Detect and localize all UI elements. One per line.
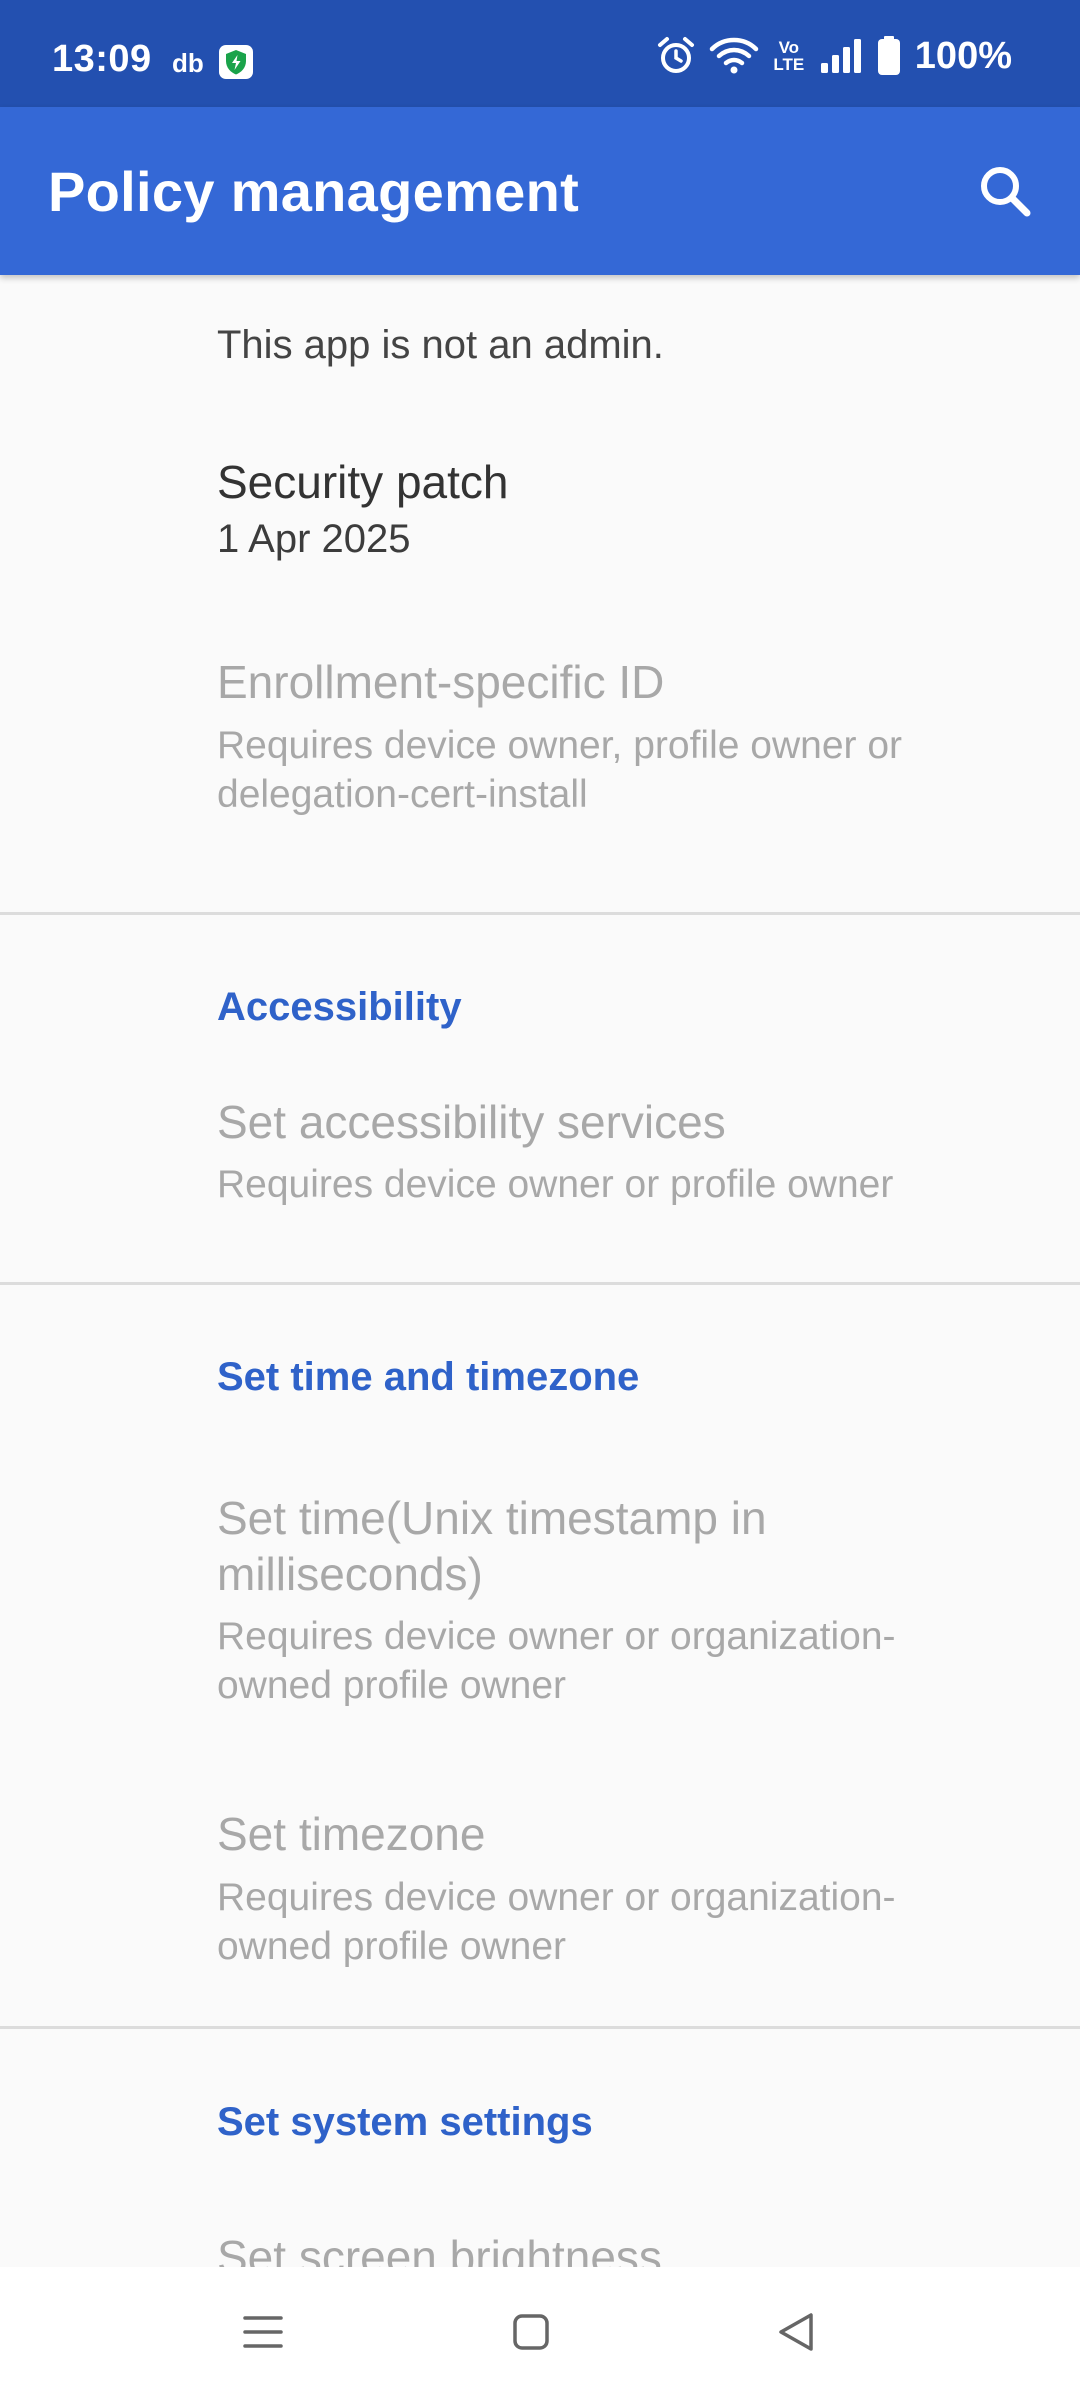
app-bar: Policy management bbox=[0, 107, 1080, 275]
category-title-time-timezone: Set time and timezone bbox=[217, 1355, 640, 1399]
enrollment-id-title: Enrollment-specific ID bbox=[217, 656, 665, 708]
home-button[interactable] bbox=[496, 2297, 566, 2367]
enrollment-id-item[interactable]: Enrollment-specific ID Requires device o… bbox=[0, 655, 1080, 885]
battery-percent: 100% bbox=[914, 34, 1012, 77]
volte-bottom-label: LTE bbox=[773, 55, 805, 74]
admin-status-row: This app is not an admin. bbox=[0, 315, 1080, 395]
set-screen-brightness-title: Set screen brightness bbox=[217, 2231, 662, 2267]
security-patch-title: Security patch bbox=[217, 456, 509, 508]
category-accessibility: Accessibility bbox=[0, 975, 1080, 1055]
security-patch-item[interactable]: Security patch 1 Apr 2025 bbox=[0, 425, 1080, 595]
set-accessibility-services-title: Set accessibility services bbox=[217, 1096, 726, 1148]
home-icon bbox=[513, 2314, 549, 2350]
navigation-bar bbox=[0, 2267, 1080, 2400]
set-timezone-item[interactable]: Set timezone Requires device owner or or… bbox=[0, 1805, 1080, 2015]
set-accessibility-services-item[interactable]: Set accessibility services Requires devi… bbox=[0, 1085, 1080, 1255]
set-time-item[interactable]: Set time(Unix timestamp in milliseconds)… bbox=[0, 1490, 1080, 1750]
volte-icon: Vo LTE bbox=[771, 39, 807, 73]
page-title: Policy management bbox=[48, 160, 580, 223]
back-icon bbox=[779, 2313, 813, 2351]
category-time-timezone: Set time and timezone bbox=[0, 1345, 1080, 1425]
set-screen-brightness-item[interactable]: Set screen brightness bbox=[0, 2230, 1080, 2267]
screen: 13:09 db Vo LTE 100% Policy management T… bbox=[0, 0, 1080, 2400]
alarm-icon bbox=[655, 35, 697, 77]
status-bar: 13:09 db Vo LTE 100% bbox=[0, 0, 1080, 107]
wifi-icon bbox=[709, 36, 759, 76]
admin-status-text: This app is not an admin. bbox=[217, 323, 664, 367]
status-db-label: db bbox=[172, 48, 204, 78]
status-time: 13:09 bbox=[52, 38, 152, 80]
set-accessibility-services-summary: Requires device owner or profile owner bbox=[217, 1163, 894, 1206]
status-icons: Vo LTE 100% bbox=[655, 34, 1012, 77]
shield-icon bbox=[218, 44, 254, 80]
security-patch-date: 1 Apr 2025 bbox=[217, 517, 411, 561]
category-title-system-settings: Set system settings bbox=[217, 2100, 593, 2144]
preference-list[interactable]: This app is not an admin. Security patch… bbox=[0, 275, 1080, 2267]
search-icon bbox=[981, 167, 1031, 217]
enrollment-id-summary: Requires device owner, profile owner or … bbox=[217, 724, 903, 816]
set-time-title: Set time(Unix timestamp in milliseconds) bbox=[217, 1492, 767, 1600]
category-system-settings: Set system settings bbox=[0, 2090, 1080, 2170]
divider bbox=[0, 2026, 1080, 2029]
category-title-accessibility: Accessibility bbox=[217, 985, 462, 1029]
volte-top-label: Vo bbox=[778, 38, 800, 57]
menu-icon bbox=[243, 2316, 283, 2348]
set-timezone-title: Set timezone bbox=[217, 1808, 486, 1860]
signal-icon bbox=[819, 37, 865, 75]
divider bbox=[0, 912, 1080, 915]
set-timezone-summary: Requires device owner or organization-ow… bbox=[217, 1876, 896, 1968]
set-time-summary: Requires device owner or organization-ow… bbox=[217, 1615, 896, 1707]
back-button[interactable] bbox=[762, 2297, 832, 2367]
recents-button[interactable] bbox=[228, 2297, 298, 2367]
battery-icon bbox=[877, 36, 901, 76]
search-button[interactable] bbox=[970, 157, 1040, 227]
divider bbox=[0, 1282, 1080, 1285]
